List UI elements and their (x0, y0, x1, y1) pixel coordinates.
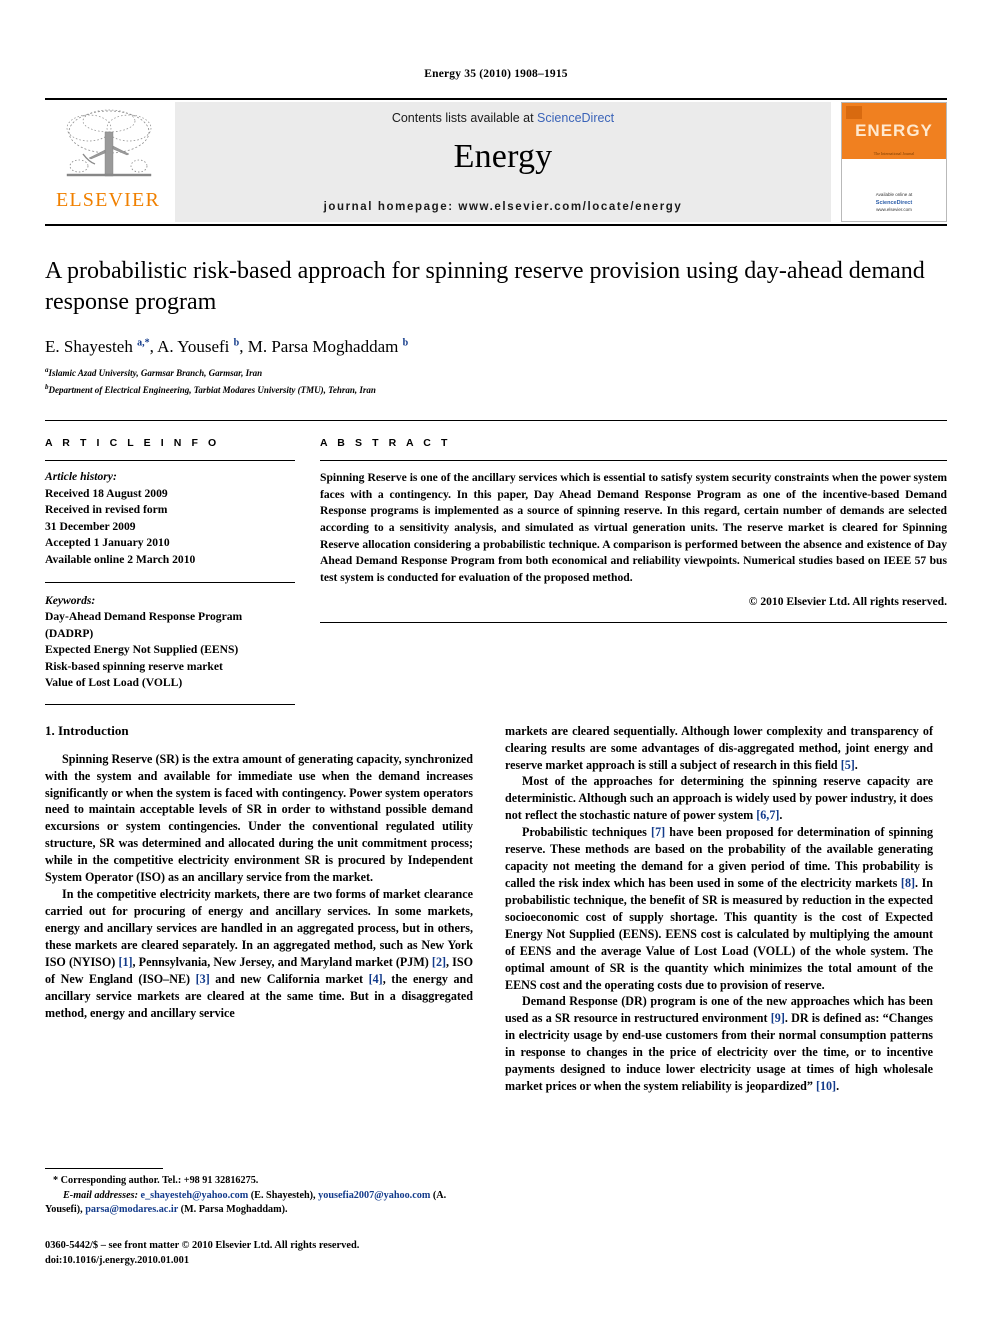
keyword-item: Risk-based spinning reserve market (45, 659, 223, 673)
journal-homepage-link[interactable]: journal homepage: www.elsevier.com/locat… (175, 201, 831, 213)
email-addresses-note: E-mail addresses: e_shayesteh@yahoo.com … (45, 1189, 447, 1215)
author-list: E. Shayesteh a,*, A. Yousefi b, M. Parsa… (45, 337, 409, 357)
paragraph: Most of the approaches for determining t… (505, 774, 933, 823)
journal-masthead: ELSEVIER Contents lists available at Sci… (45, 98, 947, 224)
journal-title: Energy (453, 138, 553, 175)
abstract-column: A B S T R A C T Spinning Reserve is one … (295, 437, 947, 704)
doi-line: doi:10.1016/j.energy.2010.01.001 (45, 1255, 190, 1267)
cover-footer-url: www.elsevier.com (876, 207, 912, 213)
abstract-text: Spinning Reserve is one of the ancillary… (320, 471, 947, 584)
affiliation-text-b: Department of Electrical Engineering, Ta… (48, 385, 376, 396)
sciencedirect-link[interactable]: ScienceDirect (537, 111, 614, 125)
footnote-rule (45, 1168, 163, 1170)
cover-footer-line1: Available online at (875, 192, 913, 198)
cover-footer: Available online at ScienceDirect www.el… (842, 192, 946, 214)
keyword-item: Expected Energy Not Supplied (EENS) (45, 643, 239, 657)
contents-available-line: Contents lists available at ScienceDirec… (392, 111, 614, 125)
cover-subtitle: The International Journal (873, 151, 915, 156)
history-item: 31 December 2009 (45, 519, 136, 533)
cover-body: Available online at ScienceDirect www.el… (842, 159, 946, 221)
section-heading-introduction: 1. Introduction (45, 722, 129, 738)
issn-line: 0360-5442/$ – see front matter © 2010 El… (45, 1240, 360, 1252)
paragraph: Demand Response (DR) program is one of t… (505, 994, 933, 1094)
journal-cover-thumbnail: ENERGY The International Journal Availab… (841, 102, 947, 222)
paragraph: markets are cleared sequentially. Althou… (505, 723, 933, 772)
title-block: A probabilistic risk-based approach for … (45, 256, 947, 398)
paragraph: Probabilistic techniques [7] have been p… (505, 825, 934, 992)
elsevier-tree-icon (66, 109, 152, 177)
cover-publisher-mark-icon (846, 106, 862, 119)
history-item: Available online 2 March 2010 (45, 552, 196, 566)
masthead-rule (45, 224, 947, 226)
affiliation-text-a: Islamic Azad University, Garmsar Branch,… (48, 368, 263, 379)
paragraph: In the competitive electricity markets, … (45, 887, 474, 1020)
affiliation-a: aIslamic Azad University, Garmsar Branch… (45, 365, 947, 381)
keyword-item: Value of Lost Load (VOLL) (45, 676, 183, 690)
keyword-item: (DADRP) (45, 626, 94, 640)
info-abstract-section: A R T I C L E I N F O Article history: R… (45, 420, 947, 705)
article-info-bottom-rule (45, 703, 295, 705)
running-head: Energy 35 (2010) 1908–1915 (424, 68, 568, 80)
abstract-heading: A B S T R A C T (320, 437, 451, 450)
body-left-column: 1. Introduction Spinning Reserve (SR) is… (45, 723, 473, 1095)
history-item: Received 18 August 2009 (45, 486, 168, 500)
keywords-block: Keywords: Day-Ahead Demand Response Prog… (45, 593, 295, 692)
history-item: Accepted 1 January 2010 (45, 536, 170, 550)
contents-prefix: Contents lists available at (391, 111, 538, 125)
keywords-label: Keywords: (45, 593, 96, 607)
elsevier-logo: ELSEVIER (45, 100, 171, 224)
masthead-center-band: Contents lists available at ScienceDirec… (175, 102, 831, 222)
footnote-block: * Corresponding author. Tel.: +98 91 328… (45, 1168, 473, 1269)
cover-footer-sciencedirect: ScienceDirect (875, 200, 913, 206)
issn-copyright-block: 0360-5442/$ – see front matter © 2010 El… (45, 1239, 473, 1269)
article-info-heading: A R T I C L E I N F O (45, 437, 220, 450)
elsevier-wordmark: ELSEVIER (55, 189, 161, 211)
history-item: Received in revised form (45, 503, 168, 517)
abstract-bottom-rule (320, 622, 947, 624)
abstract-rule (320, 460, 947, 462)
article-info-column: A R T I C L E I N F O Article history: R… (45, 437, 295, 705)
body-right-column: markets are cleared sequentially. Althou… (505, 723, 933, 1095)
keywords-rule (45, 581, 295, 583)
paragraph: Spinning Reserve (SR) is the extra amoun… (45, 751, 473, 885)
page-title: A probabilistic risk-based approach for … (45, 258, 925, 316)
affiliation-b: bDepartment of Electrical Engineering, T… (45, 382, 947, 398)
article-history-block: Article history: Received 18 August 2009… (45, 469, 295, 568)
abstract-copyright: © 2010 Elsevier Ltd. All rights reserved… (748, 595, 947, 609)
article-info-rule (45, 460, 295, 462)
cover-header: ENERGY The International Journal (842, 103, 946, 159)
cover-title: ENERGY (855, 121, 933, 140)
article-history-label: Article history: (45, 470, 117, 484)
corresponding-author-note: * Corresponding author. Tel.: +98 91 328… (53, 1175, 259, 1187)
body-columns: 1. Introduction Spinning Reserve (SR) is… (45, 723, 947, 1095)
article-page: Energy 35 (2010) 1908–1915 ELSEVIER Cont… (0, 0, 992, 1323)
keyword-item: Day-Ahead Demand Response Program (45, 610, 243, 624)
